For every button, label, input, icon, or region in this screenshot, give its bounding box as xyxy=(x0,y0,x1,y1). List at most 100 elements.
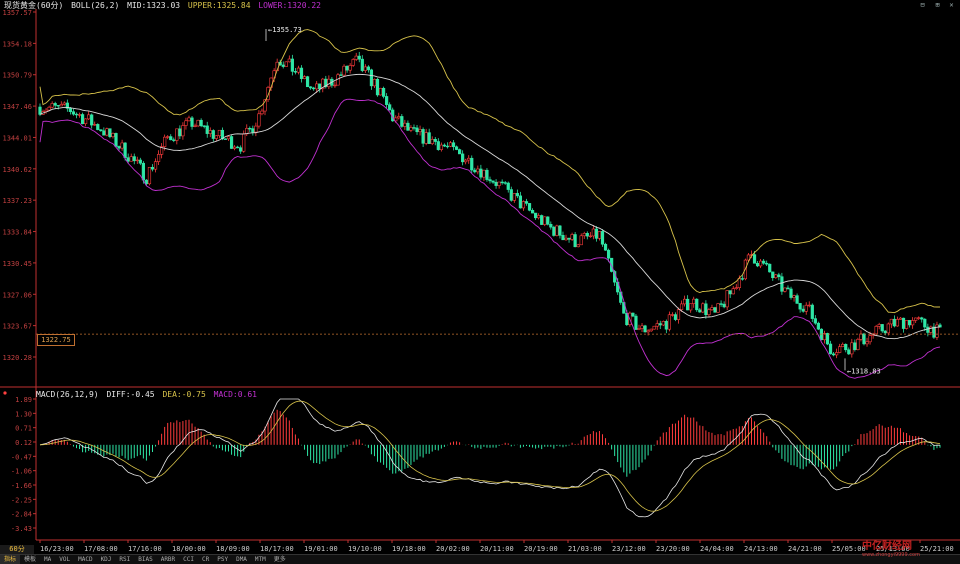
candle xyxy=(755,260,760,268)
candle xyxy=(914,317,918,324)
maximize-icon[interactable]: ⊞ xyxy=(933,1,942,10)
candle-body xyxy=(138,159,142,164)
candle xyxy=(841,342,845,348)
candle xyxy=(494,179,498,189)
candle xyxy=(555,224,559,237)
candle-body xyxy=(506,182,510,190)
candle-body xyxy=(281,64,285,67)
candle-body xyxy=(606,249,611,259)
candle xyxy=(640,322,644,332)
candle xyxy=(540,214,544,225)
candle-body xyxy=(792,295,796,298)
candle-body xyxy=(50,103,54,108)
candle-body xyxy=(676,309,681,320)
candle xyxy=(153,158,158,173)
macd-tick-label: 0.12 xyxy=(15,439,32,447)
candle-body xyxy=(236,146,240,149)
candle-body xyxy=(467,157,471,161)
candle-body xyxy=(388,104,392,111)
time-tick-label: 16/23:00 xyxy=(40,545,74,553)
macd-label[interactable]: MACD(26,12,9) xyxy=(36,390,99,399)
candle xyxy=(375,77,380,97)
candle xyxy=(166,135,170,140)
candle xyxy=(229,134,234,149)
candle xyxy=(509,186,513,202)
candle xyxy=(515,189,519,199)
candle-body xyxy=(640,325,644,329)
chart-canvas[interactable]: 1357.571354.181350.791347.461344.011340.… xyxy=(0,0,960,563)
candle xyxy=(898,316,903,320)
candle-body xyxy=(634,315,638,330)
candle xyxy=(831,352,836,357)
candle xyxy=(211,129,215,142)
candle-body xyxy=(515,193,519,197)
macd-diff: DIFF:-0.45 xyxy=(106,390,155,399)
minimize-icon[interactable]: ⊟ xyxy=(918,1,927,10)
candle-body xyxy=(226,136,231,140)
candle-body xyxy=(853,342,857,350)
candle-body xyxy=(646,330,650,333)
candle-body xyxy=(698,309,702,313)
candle xyxy=(476,165,480,175)
candle-body xyxy=(248,127,252,130)
candle-body xyxy=(883,330,887,334)
candle-body xyxy=(108,128,112,138)
macd-tick-label: -1.06 xyxy=(11,468,32,476)
candle xyxy=(108,128,112,139)
candle-body xyxy=(415,127,419,133)
candlestick-series xyxy=(38,51,942,359)
candle-body xyxy=(540,215,544,225)
candle-body xyxy=(576,244,580,248)
candle xyxy=(147,166,152,186)
candle xyxy=(719,300,723,307)
time-tick-label: 17/08:00 xyxy=(84,545,118,553)
candle xyxy=(451,139,456,151)
candle-body xyxy=(841,343,845,347)
candle xyxy=(789,286,793,300)
candle-body xyxy=(637,328,641,330)
price-tick-label: 1327.06 xyxy=(2,291,32,299)
macd-value: MACD:0.61 xyxy=(213,390,257,399)
candle-body xyxy=(892,318,896,327)
candle xyxy=(254,122,258,137)
candle xyxy=(655,320,659,330)
time-tick-label: 17/16:00 xyxy=(128,545,162,553)
candle xyxy=(312,86,316,91)
candle xyxy=(381,86,386,99)
symbol-title[interactable]: 现货黄金(60分) xyxy=(4,1,63,10)
candle-body xyxy=(917,317,921,319)
candle xyxy=(670,312,675,317)
boll-mid: MID:1323.03 xyxy=(127,1,181,10)
period-selector[interactable]: 60分 xyxy=(0,545,34,554)
close-icon[interactable]: ✕ xyxy=(947,1,956,10)
candle-body xyxy=(150,166,155,170)
time-tick-label: 18/09:00 xyxy=(216,545,250,553)
candle xyxy=(187,115,191,122)
candle-body xyxy=(600,231,605,245)
candle xyxy=(892,315,896,328)
candle-body xyxy=(850,342,854,355)
candle xyxy=(585,231,589,240)
candle xyxy=(506,181,510,193)
candle xyxy=(403,119,407,130)
candle xyxy=(692,296,696,308)
candle xyxy=(558,225,562,239)
pane-marker-icon xyxy=(3,391,7,395)
candle xyxy=(418,125,422,136)
macd-tick-label: -2.84 xyxy=(11,511,32,519)
candle-body xyxy=(734,287,738,289)
candle-body xyxy=(555,225,559,236)
boll-label[interactable]: BOLL(26,2) xyxy=(71,1,119,10)
candle-body xyxy=(655,323,659,327)
candle-body xyxy=(312,87,316,90)
candle-body xyxy=(232,146,237,149)
candle xyxy=(372,78,377,88)
candle-body xyxy=(123,142,127,158)
candle-body xyxy=(737,278,741,288)
logo-url: www.zhongyi9999.com xyxy=(862,552,920,558)
candle xyxy=(549,221,553,230)
candle xyxy=(299,65,304,83)
candle xyxy=(865,337,869,347)
candle-body xyxy=(838,346,842,353)
candle-body xyxy=(421,129,425,144)
